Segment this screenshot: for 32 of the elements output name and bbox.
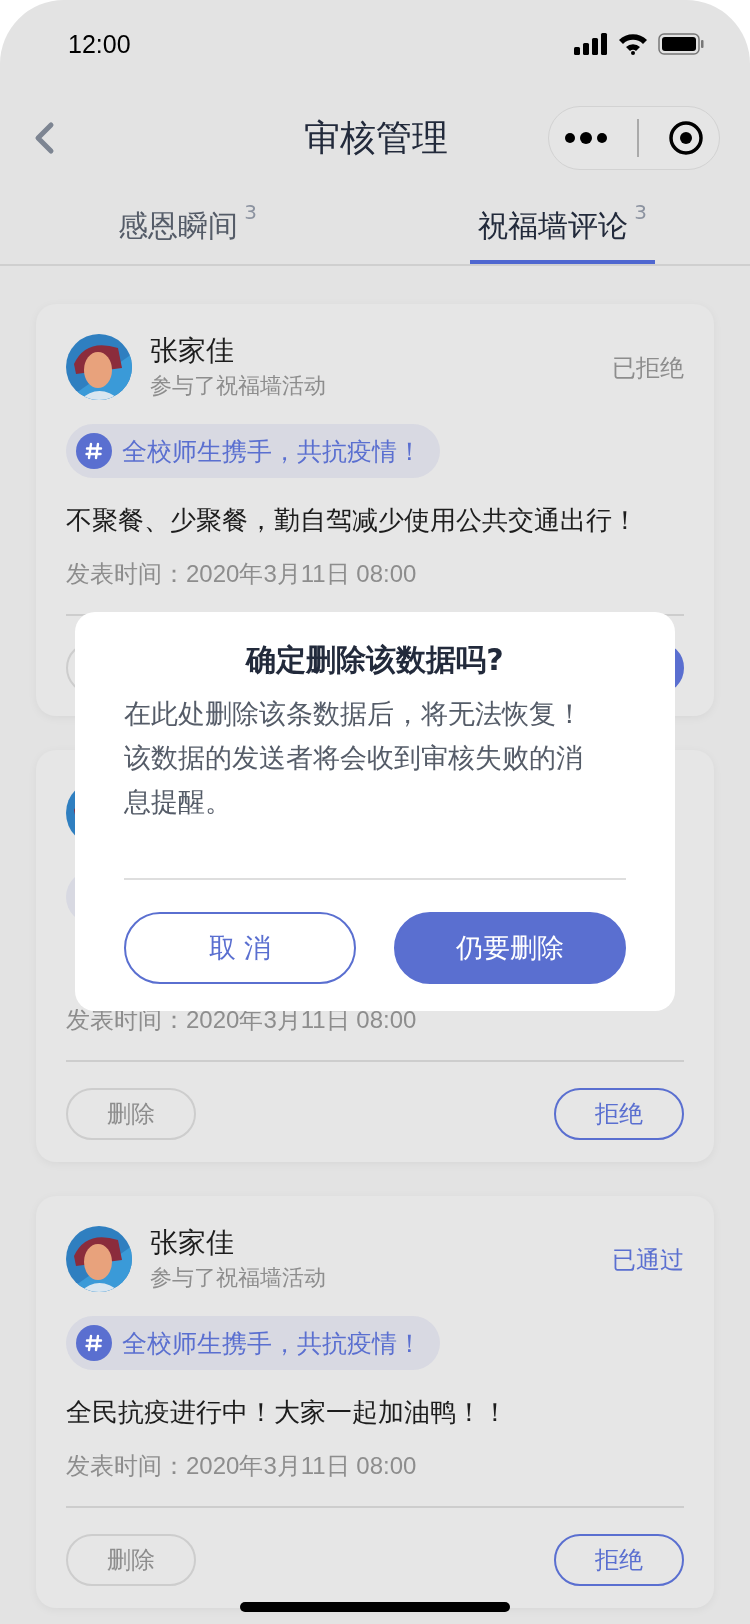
tab-count: 3 xyxy=(244,200,257,224)
author-name: 张家佳 xyxy=(150,334,235,368)
hash-icon xyxy=(76,1325,112,1361)
signal-icon xyxy=(574,33,608,55)
hash-icon xyxy=(76,433,112,469)
author-activity: 参与了祝福墙活动 xyxy=(150,372,327,400)
confirm-delete-button[interactable]: 仍要删除 xyxy=(394,912,626,984)
topic-tag[interactable]: 全校师生携手，共抗疫情！ xyxy=(66,424,440,478)
author-name: 张家佳 xyxy=(150,1226,235,1260)
tab-count: 3 xyxy=(634,200,647,224)
post-time: 发表时间：2020年3月11日 08:00 xyxy=(66,1451,418,1481)
post-content: 全民抗疫进行中！大家一起加油鸭！！ xyxy=(66,1396,509,1429)
post-time: 发表时间：2020年3月11日 08:00 xyxy=(66,559,418,589)
post-content: 不聚餐、少聚餐，勤自驾减少使用公共交通出行！ xyxy=(66,504,639,537)
dialog-title: 确定删除该数据吗? xyxy=(244,641,505,679)
review-status: 已通过 xyxy=(612,1245,684,1276)
page-title: 审核管理 xyxy=(304,115,448,160)
target-icon[interactable] xyxy=(668,120,705,156)
reject-button[interactable]: 拒绝 xyxy=(554,1534,684,1586)
topic-tag[interactable]: 全校师生携手，共抗疫情！ xyxy=(66,1316,440,1370)
reject-button[interactable]: 拒绝 xyxy=(554,1088,684,1140)
status-time: 12:00 xyxy=(68,29,131,59)
dialog-message: 该数据的发送者将会收到审核失败的消息提醒。 xyxy=(124,741,584,819)
delete-button[interactable]: 删除 xyxy=(66,1534,196,1586)
more-icon[interactable] xyxy=(563,132,608,144)
battery-icon xyxy=(658,33,704,55)
author-activity: 参与了祝福墙活动 xyxy=(150,1264,327,1292)
cancel-button[interactable]: 取 消 xyxy=(124,912,356,984)
wifi-icon xyxy=(618,33,648,55)
dialog-message: 在此处删除该条数据后，将无法恢复！ xyxy=(124,697,584,731)
delete-button[interactable]: 删除 xyxy=(66,1088,196,1140)
review-status: 已拒绝 xyxy=(612,353,684,384)
